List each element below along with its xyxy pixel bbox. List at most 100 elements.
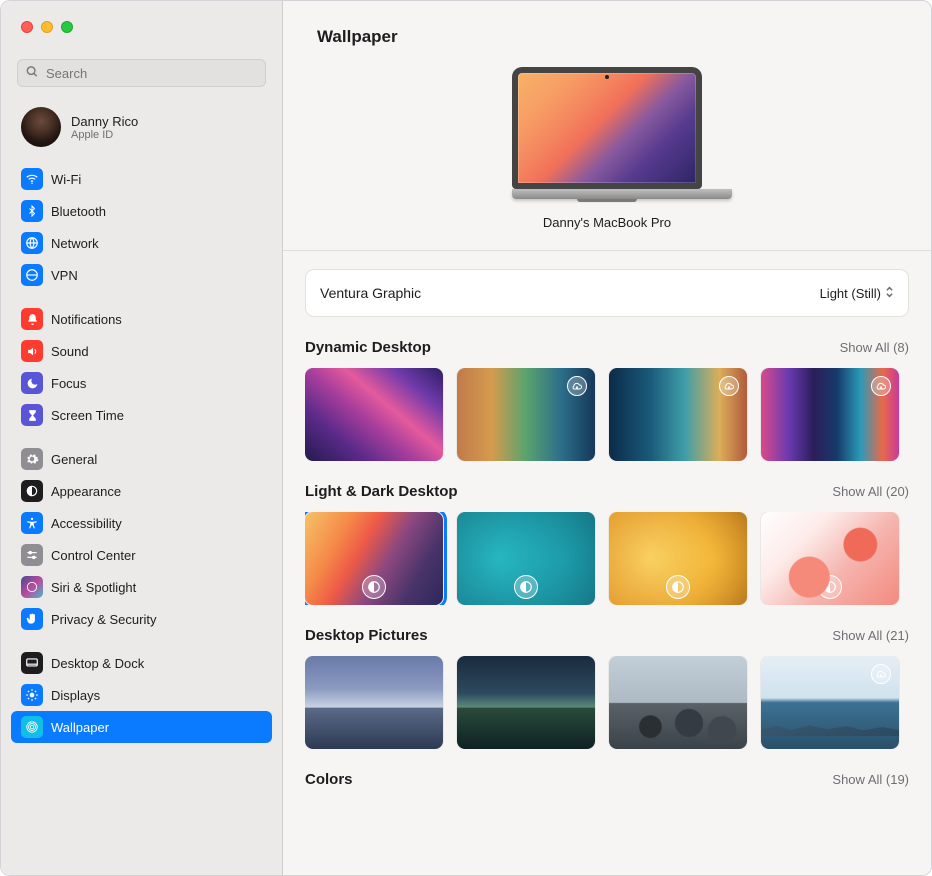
wallpaper-thumb[interactable]: [609, 512, 747, 605]
siri-icon: [21, 576, 43, 598]
section-title-pictures: Desktop Pictures: [305, 627, 428, 644]
wallpaper-thumb[interactable]: [609, 368, 747, 461]
brightness-icon: [21, 684, 43, 706]
sidebar-item-label: Control Center: [51, 548, 136, 563]
user-subtitle: Apple ID: [71, 129, 138, 141]
sidebar-item-accessibility[interactable]: Accessibility: [11, 507, 272, 539]
page-title: Wallpaper: [317, 27, 897, 47]
appearance-mode-value: Light (Still): [820, 286, 881, 301]
sidebar-item-sound[interactable]: Sound: [11, 335, 272, 367]
light-dark-icon: [362, 575, 386, 599]
cloud-download-icon: [567, 376, 587, 396]
sidebar-item-bluetooth[interactable]: Bluetooth: [11, 195, 272, 227]
sidebar-item-siri[interactable]: Siri & Spotlight: [11, 571, 272, 603]
sidebar-item-label: Appearance: [51, 484, 121, 499]
wallpaper-preview: Danny's MacBook Pro: [283, 55, 931, 251]
light-dark-icon: [666, 575, 690, 599]
hand-icon: [21, 608, 43, 630]
avatar: [21, 107, 61, 147]
sidebar-item-desktopdock[interactable]: Desktop & Dock: [11, 647, 272, 679]
wallpaper-thumb[interactable]: [457, 656, 595, 749]
show-all-pictures[interactable]: Show All (21): [832, 628, 909, 643]
wallpaper-icon: [21, 716, 43, 738]
cloud-download-icon: [871, 664, 891, 684]
window-close-button[interactable]: [21, 21, 33, 33]
sidebar-item-label: Privacy & Security: [51, 612, 156, 627]
wallpaper-thumb[interactable]: [609, 656, 747, 749]
chevron-updown-icon: [885, 285, 894, 302]
wallpaper-thumb[interactable]: [761, 512, 899, 605]
wallpaper-thumb[interactable]: [761, 368, 899, 461]
appearance-icon: [21, 480, 43, 502]
main-content: Wallpaper Danny's MacBook Pro Ventura Gr…: [283, 1, 931, 875]
current-wallpaper-name: Ventura Graphic: [320, 285, 421, 301]
wallpaper-thumb[interactable]: [305, 512, 443, 605]
bluetooth-icon: [21, 200, 43, 222]
light-dark-icon: [818, 575, 842, 599]
sound-icon: [21, 340, 43, 362]
sidebar-item-label: General: [51, 452, 97, 467]
apple-id-row[interactable]: Danny Rico Apple ID: [1, 99, 282, 161]
sidebar-item-label: Accessibility: [51, 516, 122, 531]
dock-icon: [21, 652, 43, 674]
wallpaper-thumb[interactable]: [305, 656, 443, 749]
section-title-lightdark: Light & Dark Desktop: [305, 483, 458, 500]
sidebar-item-notifications[interactable]: Notifications: [11, 303, 272, 335]
bell-icon: [21, 308, 43, 330]
network-icon: [21, 232, 43, 254]
search-icon: [25, 65, 39, 82]
wallpaper-selector: Ventura Graphic Light (Still): [305, 269, 909, 317]
wallpaper-thumb[interactable]: [457, 368, 595, 461]
wifi-icon: [21, 168, 43, 190]
sidebar-item-wifi[interactable]: Wi-Fi: [11, 163, 272, 195]
sidebar-item-general[interactable]: General: [11, 443, 272, 475]
window-minimize-button[interactable]: [41, 21, 53, 33]
sidebar-item-appearance[interactable]: Appearance: [11, 475, 272, 507]
sidebar-item-label: Network: [51, 236, 99, 251]
sidebar: Danny Rico Apple ID Wi-Fi Bluetooth Netw…: [1, 1, 283, 875]
cloud-download-icon: [871, 376, 891, 396]
sidebar-item-label: Displays: [51, 688, 100, 703]
sidebar-item-label: Sound: [51, 344, 89, 359]
sidebar-item-label: Notifications: [51, 312, 122, 327]
search-input[interactable]: [17, 59, 266, 87]
device-name: Danny's MacBook Pro: [283, 215, 931, 230]
wallpaper-thumb[interactable]: [761, 656, 899, 749]
section-title-dynamic: Dynamic Desktop: [305, 339, 431, 356]
search-field-container: [17, 59, 266, 87]
section-title-colors: Colors: [305, 771, 353, 788]
wallpaper-thumb[interactable]: [305, 368, 443, 461]
show-all-lightdark[interactable]: Show All (20): [832, 484, 909, 499]
sidebar-item-label: Focus: [51, 376, 86, 391]
show-all-colors[interactable]: Show All (19): [832, 772, 909, 787]
sidebar-item-network[interactable]: Network: [11, 227, 272, 259]
accessibility-icon: [21, 512, 43, 534]
sidebar-item-label: VPN: [51, 268, 78, 283]
titlebar: [1, 1, 282, 53]
gear-icon: [21, 448, 43, 470]
appearance-mode-popup[interactable]: Light (Still): [820, 285, 894, 302]
sidebar-item-screentime[interactable]: Screen Time: [11, 399, 272, 431]
wallpaper-thumb[interactable]: [457, 512, 595, 605]
user-name: Danny Rico: [71, 114, 138, 129]
moon-icon: [21, 372, 43, 394]
sidebar-item-label: Wallpaper: [51, 720, 109, 735]
sliders-icon: [21, 544, 43, 566]
show-all-dynamic[interactable]: Show All (8): [840, 340, 909, 355]
sidebar-item-controlcenter[interactable]: Control Center: [11, 539, 272, 571]
device-screen-preview: [512, 67, 702, 189]
sidebar-item-privacy[interactable]: Privacy & Security: [11, 603, 272, 635]
vpn-icon: [21, 264, 43, 286]
sidebar-item-focus[interactable]: Focus: [11, 367, 272, 399]
light-dark-icon: [514, 575, 538, 599]
cloud-download-icon: [719, 376, 739, 396]
sidebar-item-label: Siri & Spotlight: [51, 580, 136, 595]
sidebar-item-label: Screen Time: [51, 408, 124, 423]
sidebar-item-label: Wi-Fi: [51, 172, 81, 187]
hourglass-icon: [21, 404, 43, 426]
sidebar-item-vpn[interactable]: VPN: [11, 259, 272, 291]
sidebar-item-wallpaper[interactable]: Wallpaper: [11, 711, 272, 743]
sidebar-item-label: Desktop & Dock: [51, 656, 144, 671]
sidebar-item-displays[interactable]: Displays: [11, 679, 272, 711]
window-zoom-button[interactable]: [61, 21, 73, 33]
